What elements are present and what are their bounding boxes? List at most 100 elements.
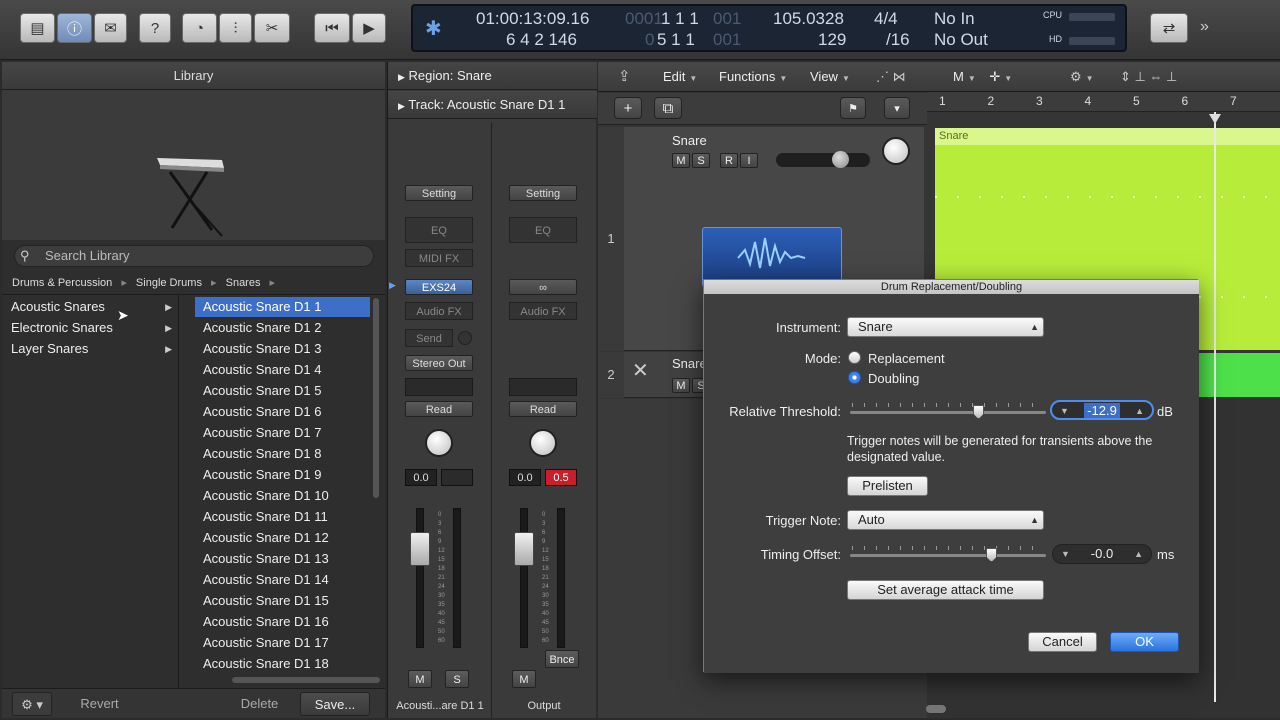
volume-fader[interactable] [410,532,430,566]
set-attack-button[interactable]: Set average attack time [847,580,1044,600]
replacement-label[interactable]: Replacement [868,351,945,366]
patch-item[interactable]: Acoustic Snare D1 6 [195,402,370,422]
lcd-display[interactable]: ✱ 01:00:13:09.16 6 4 2 146 0001 1 1 1 00… [411,4,1127,52]
threshold-slider[interactable] [850,411,1046,414]
help-icon[interactable]: ? [139,13,171,43]
decrement-icon[interactable]: ▼ [1061,545,1070,563]
patch-item[interactable]: Acoustic Snare D1 17 [195,633,370,653]
category-item[interactable]: Electronic Snares ▶ [11,318,176,338]
timing-field[interactable]: ▼ -0.0 ▲ [1052,544,1152,564]
flag-icon[interactable]: ⚑ [840,97,866,119]
horizontal-scrollbar[interactable] [232,677,380,683]
patch-item[interactable]: Acoustic Snare D1 5 [195,381,370,401]
timing-slider[interactable] [850,554,1046,557]
settings-gear-icon[interactable]: ✱ [425,16,442,41]
eq-slot[interactable]: EQ [509,217,577,243]
cancel-button[interactable]: Cancel [1028,632,1097,652]
prelisten-button[interactable]: Prelisten [847,476,928,496]
patch-item[interactable]: Acoustic Snare D1 1 [195,297,370,317]
gear-icon[interactable]: ⚙ ▾ [12,692,52,716]
patch-item[interactable]: Acoustic Snare D1 18 [195,654,370,674]
replacement-radio[interactable] [848,351,861,364]
eq-slot[interactable]: EQ [405,217,473,243]
track-solo-button[interactable]: S [692,153,710,168]
audio-fx-slot[interactable]: Audio FX [509,302,577,320]
cycle-icon[interactable]: ⇄ [1150,13,1188,43]
division[interactable]: /16 [886,30,910,50]
track-volume-thumb[interactable] [832,151,849,168]
editor-icon[interactable]: ✉ [94,13,127,43]
breadcrumb-item[interactable]: Snares [226,277,261,289]
automation-mode[interactable]: Read [405,401,473,417]
revert-button[interactable]: Revert [62,692,137,716]
bar-ruler[interactable]: 1 2 3 4 5 6 7 [927,92,1280,112]
track-pan-knob[interactable] [882,137,910,165]
scissors-icon[interactable]: ✂ [254,13,290,43]
volume-fader[interactable] [514,532,534,566]
timing-value[interactable]: -0.0 [1091,546,1113,561]
play-icon[interactable]: ▶ [352,13,386,43]
time-signature[interactable]: 4/4 [874,9,898,29]
solo-button[interactable]: S [445,670,469,688]
patch-item[interactable]: Acoustic Snare D1 4 [195,360,370,380]
save-button[interactable]: Save... [300,692,370,716]
mixer-icon[interactable]: ⫶ [219,13,252,43]
search-input[interactable]: Search Library [14,245,374,267]
decrement-icon[interactable]: ▼ [1060,402,1069,420]
bounce-button[interactable]: Bnce [545,650,579,668]
patch-item[interactable]: Acoustic Snare D1 11 [195,507,370,527]
patch-item[interactable]: Acoustic Snare D1 15 [195,591,370,611]
track-mute-button[interactable]: M [672,378,690,393]
breadcrumb-item[interactable]: Drums & Percussion [12,277,112,289]
track-mute-button[interactable]: M [672,153,690,168]
setting-button[interactable]: Setting [509,185,577,201]
tool-menu[interactable]: M ▼ ✛ ▼ [953,69,1012,85]
patch-item[interactable]: Acoustic Snare D1 2 [195,318,370,338]
volume-readout[interactable]: 0.0 [509,469,541,486]
collapse-icon[interactable]: ▾ [884,97,910,119]
track-record-button[interactable]: R [720,153,738,168]
patch-item[interactable]: Acoustic Snare D1 16 [195,612,370,632]
threshold-value[interactable]: -12.9 [1084,403,1120,418]
instrument-popup[interactable]: Snare ▲ [847,317,1044,337]
zoom-icon[interactable]: ⇕ ⊥ ⇔ ⊥ [1120,69,1177,85]
info-icon[interactable]: ⓘ [57,13,92,43]
horizontal-scrollbar[interactable] [926,705,946,713]
midi-fx-slot[interactable]: MIDI FX [405,249,473,267]
functions-menu[interactable]: Functions ▼ [719,69,787,84]
patch-item[interactable]: Acoustic Snare D1 7 [195,423,370,443]
doubling-radio[interactable] [848,371,861,384]
mute-button[interactable]: M [512,670,536,688]
track-volume-slider[interactable] [776,153,870,167]
increment-icon[interactable]: ▲ [1135,402,1144,420]
output-button[interactable]: Stereo Out [405,355,473,371]
increment-icon[interactable]: ▲ [1134,545,1143,563]
view-menu[interactable]: View ▼ [810,69,850,84]
playhead[interactable] [1214,112,1216,702]
mute-button[interactable]: M [408,670,432,688]
patch-item[interactable]: Acoustic Snare D1 3 [195,339,370,359]
trigger-note-popup[interactable]: Auto ▲ [847,510,1044,530]
track-inspector-header[interactable]: ▶ Track: Acoustic Snare D1 1 [388,91,597,119]
smart-controls-icon[interactable]: ◔ [182,13,217,43]
track-input-button[interactable]: I [740,153,758,168]
setting-button[interactable]: Setting [405,185,473,201]
patch-item[interactable]: Acoustic Snare D1 10 [195,486,370,506]
ok-button[interactable]: OK [1110,632,1179,652]
breadcrumb-item[interactable]: Single Drums [136,277,202,289]
automation-mode[interactable]: Read [509,401,577,417]
up-arrow-icon[interactable]: ⇪ [618,67,631,85]
playhead-handle-icon[interactable] [1209,114,1221,124]
add-track-icon[interactable]: + [614,97,642,119]
pan-knob[interactable] [425,429,453,457]
delete-button[interactable]: Delete [222,692,297,716]
folder-icon[interactable]: ⧉ [654,97,682,119]
group-slot[interactable] [405,378,473,396]
send-knob[interactable] [458,331,472,345]
pan-knob[interactable] [529,429,557,457]
link-icon[interactable]: ∞ [509,279,577,295]
patch-item[interactable]: Acoustic Snare D1 8 [195,444,370,464]
region-inspector-header[interactable]: ▶ Region: Snare [388,62,597,90]
threshold-thumb[interactable] [973,405,984,419]
more-icon[interactable]: » [1200,18,1209,36]
